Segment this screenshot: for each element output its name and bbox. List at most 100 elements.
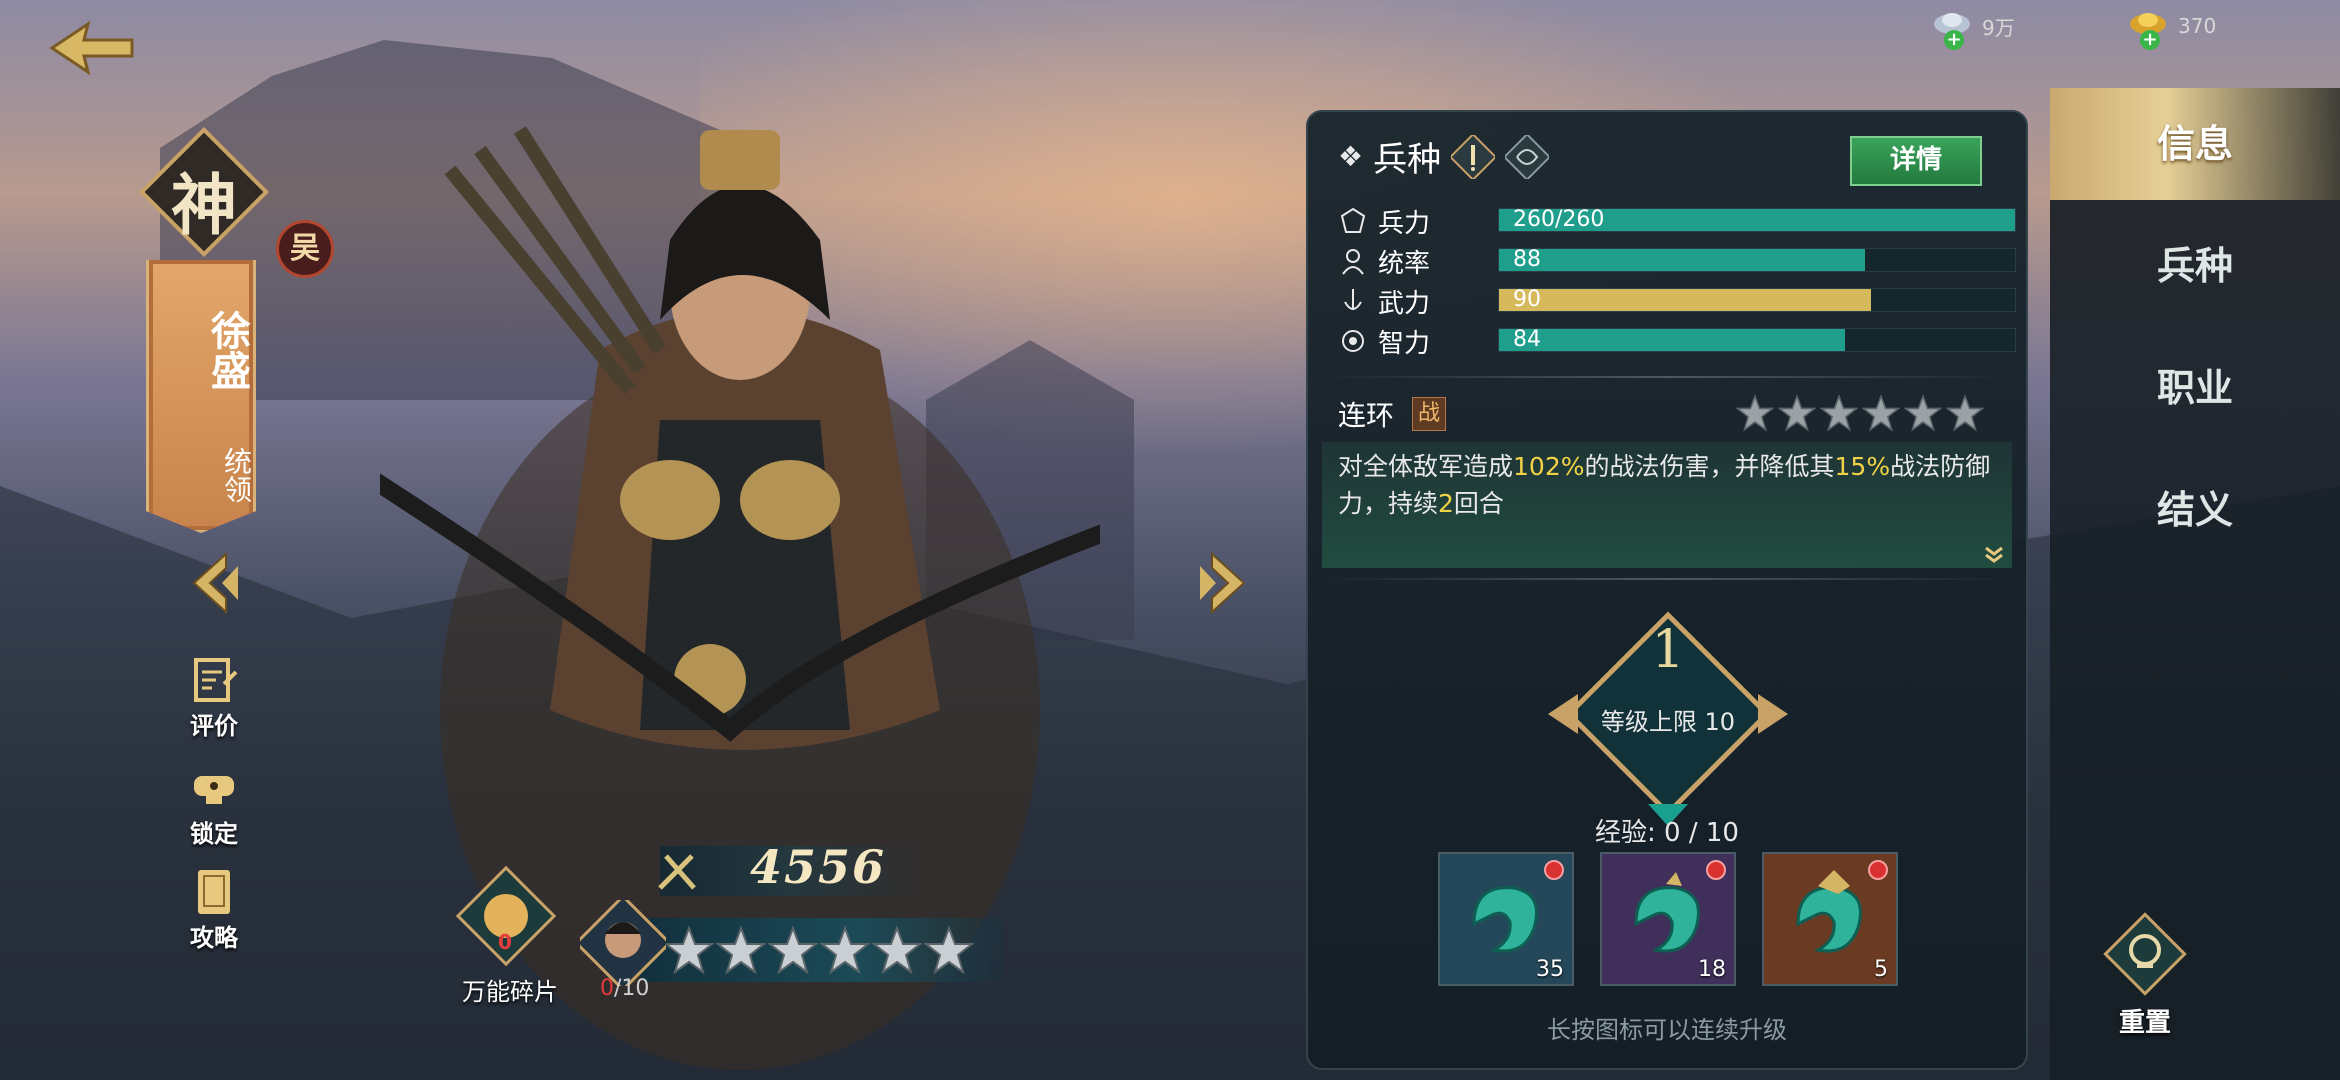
hero-name: 徐盛: [204, 310, 250, 390]
tab-unit[interactable]: 兵种: [2050, 210, 2340, 322]
command-icon: [1342, 249, 1364, 275]
stat-fill: [1499, 329, 1845, 351]
skill-highlight-value: 15%: [1834, 452, 1891, 481]
guide-button[interactable]: 攻略: [176, 866, 252, 953]
force-icon: [1344, 289, 1362, 310]
exp-item-2[interactable]: 18: [1600, 852, 1736, 986]
level-number: 1: [1651, 620, 1685, 680]
fragment-current: 0: [600, 976, 614, 1001]
stat-intellect: 智力 84: [1338, 324, 2016, 359]
tab-career[interactable]: 职业: [2050, 332, 2340, 444]
experience-text: 经验: 0 / 10: [1595, 818, 1739, 848]
hero-banner: 徐盛 统领: [146, 260, 256, 533]
star-icon: [1778, 394, 1816, 432]
stat-value: 260/260: [1513, 207, 1605, 232]
spear-unit-icon[interactable]: [1451, 134, 1496, 179]
stat-fill: [1499, 289, 1871, 311]
stat-bar: 84: [1498, 327, 2016, 352]
add-silver-icon[interactable]: +: [1944, 30, 1964, 50]
star-icon: [664, 925, 714, 975]
notification-dot: [1868, 860, 1888, 880]
silver-ingot-icon: +: [1930, 4, 1974, 50]
skill-name: 连环: [1338, 399, 1395, 432]
stat-command: 统率 88: [1338, 244, 2016, 279]
stat-name: 统率: [1378, 248, 1431, 279]
hero-role: 统领: [220, 447, 253, 503]
star-icon: [1862, 394, 1900, 432]
hero-portrait-icon: [580, 900, 666, 986]
exp-item-1[interactable]: 35: [1438, 852, 1574, 986]
chevron-right-icon: [1200, 551, 1246, 615]
skill-highlight-value: 2: [1438, 489, 1454, 518]
stat-value: 88: [1513, 247, 1541, 272]
star-icon: [820, 925, 870, 975]
lock-button[interactable]: 锁定: [176, 762, 252, 849]
back-button[interactable]: [44, 16, 140, 80]
skill-description: 对全体敌军造成102%的战法伤害，并降低其15%战法防御力，持续2回合: [1338, 448, 1998, 522]
gold-amount: 370: [2178, 14, 2217, 38]
stat-value: 84: [1513, 327, 1541, 352]
star-icon: [1946, 394, 1984, 432]
panel-title: 兵种: [1373, 140, 1442, 180]
divider: [1322, 578, 2012, 580]
stat-force: 武力 90: [1338, 284, 2016, 319]
item-count: 18: [1698, 957, 1726, 982]
rank-badge: 神: [136, 124, 272, 260]
hero-stars: [640, 918, 1004, 982]
skill-text: 的战法伤害，并降低其: [1584, 452, 1835, 481]
universal-shard-button[interactable]: [450, 860, 562, 972]
item-count: 5: [1874, 957, 1888, 982]
long-press-hint: 长按图标可以连续升级: [1547, 1016, 1787, 1044]
star-icon: [716, 925, 766, 975]
star-icon: [924, 925, 974, 975]
reset-label: 重置: [2118, 1008, 2171, 1038]
stat-name: 武力: [1378, 288, 1431, 319]
fragment-total: /10: [614, 976, 650, 1001]
fragment-count: 0/10: [600, 976, 649, 1001]
stat-bar: 260/260: [1498, 207, 2016, 232]
tab-info[interactable]: 信息: [2050, 88, 2340, 200]
stat-bar: 88: [1498, 247, 2016, 272]
star-icon: [872, 925, 922, 975]
skill-text: 对全体敌军造成: [1338, 452, 1514, 481]
stat-value: 90: [1513, 287, 1541, 312]
intellect-icon: [1342, 330, 1364, 352]
shard-label: 万能碎片: [462, 978, 558, 1006]
review-button[interactable]: 评价: [176, 654, 252, 741]
power-value: 4556: [750, 840, 887, 894]
skill-type-tag: 战: [1412, 397, 1447, 431]
tab-sworn[interactable]: 结义: [2050, 454, 2340, 566]
reset-button[interactable]: 重置: [2080, 906, 2210, 1039]
info-panel: ❖ 兵种 详情 兵力 260/260 统率 88 武力 90 智力 84 连环 …: [1306, 110, 2028, 1070]
prev-hero-button[interactable]: [186, 548, 242, 618]
add-gold-icon[interactable]: +: [2140, 30, 2160, 50]
jade-dragon-green-icon: [1472, 886, 1538, 953]
gold-resource[interactable]: + 370: [2126, 4, 2217, 50]
back-arrow-icon: [49, 20, 134, 76]
gold-ingot-icon: +: [2126, 4, 2170, 50]
stat-name: 智力: [1378, 328, 1431, 359]
lock-icon: [188, 762, 240, 814]
details-button[interactable]: 详情: [1850, 136, 1982, 186]
silver-resource[interactable]: + 9万: [1930, 4, 2015, 50]
skill-highlight-value: 102%: [1513, 452, 1585, 481]
star-icon: [1736, 394, 1774, 432]
panel-header: ❖ 兵种: [1338, 132, 1550, 181]
stat-troops: 兵力 260/260: [1338, 204, 2016, 239]
diamond-bullet-icon: ❖: [1338, 140, 1364, 173]
stat-fill: [1499, 249, 1866, 271]
universal-shard-icon: [455, 865, 557, 967]
expand-chevron-icon[interactable]: [1982, 542, 2006, 566]
lock-label: 锁定: [190, 820, 238, 848]
bow-unit-icon[interactable]: [1505, 134, 1550, 179]
troops-icon: [1340, 207, 1366, 233]
sword-icon: [658, 854, 696, 890]
review-icon: [188, 654, 240, 706]
star-icon: [1904, 394, 1942, 432]
notification-dot: [1544, 860, 1564, 880]
star-icon: [1820, 394, 1858, 432]
exp-item-3[interactable]: 5: [1762, 852, 1898, 986]
stat-name: 兵力: [1378, 208, 1431, 239]
level-emblem: 1 等级上限 10: [1548, 594, 1788, 834]
next-hero-button[interactable]: [1196, 548, 1252, 618]
